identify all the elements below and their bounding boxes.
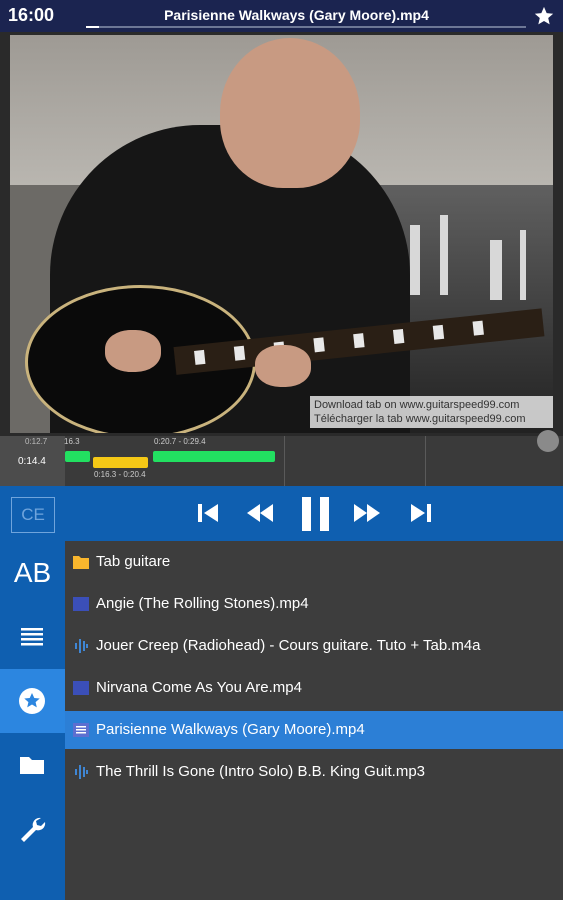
segment-3-label: 0:20.7 - 0:29.4 bbox=[154, 437, 206, 446]
ce-button[interactable]: CE bbox=[11, 497, 55, 533]
watermark-line1: Download tab on www.guitarspeed99.com bbox=[314, 399, 520, 411]
wrench-icon bbox=[21, 817, 46, 842]
loop-segment-2[interactable] bbox=[93, 457, 148, 468]
playback-progress-fill bbox=[86, 26, 100, 28]
segment-2-label: 0:16.3 - 0:20.4 bbox=[94, 470, 146, 479]
sidebar: AB bbox=[0, 541, 65, 900]
list-item[interactable]: Jouer Creep (Radiohead) - Cours guitare.… bbox=[65, 627, 563, 665]
timeline-current-time: 0:14.4 bbox=[18, 456, 46, 467]
favorites-star-icon bbox=[19, 688, 45, 714]
file-name: The Thrill Is Gone (Intro Solo) B.B. Kin… bbox=[96, 763, 426, 780]
timeline-drag-handle[interactable] bbox=[537, 430, 559, 452]
timeline-start-label: 0:12.7 bbox=[25, 437, 48, 446]
video-person-head bbox=[220, 38, 360, 188]
timeline-divider bbox=[425, 436, 426, 486]
loop-segment-1[interactable] bbox=[65, 451, 90, 462]
file-name: Nirvana Come As You Are.mp4 bbox=[96, 679, 302, 696]
audio-file-icon bbox=[75, 765, 88, 779]
timeline-divider bbox=[284, 436, 285, 486]
timeline-current-position: 0:12.7 0:14.4 bbox=[0, 436, 65, 486]
list-item[interactable]: Nirvana Come As You Are.mp4 bbox=[65, 669, 563, 707]
ab-loop-button[interactable]: AB bbox=[0, 541, 65, 605]
video-watermark: Download tab on www.guitarspeed99.com Té… bbox=[310, 396, 553, 428]
sidebar-item-favorites[interactable] bbox=[0, 669, 65, 733]
sidebar-item-list[interactable] bbox=[0, 605, 65, 669]
video-hand-left bbox=[255, 345, 311, 387]
sidebar-item-folder[interactable] bbox=[0, 733, 65, 797]
video-file-icon bbox=[73, 723, 89, 737]
title-bar: 16:00 Parisienne Walkways (Gary Moore).m… bbox=[0, 0, 563, 32]
segment-1-label: 16.3 bbox=[64, 437, 80, 446]
video-file-icon bbox=[73, 597, 89, 611]
status-clock: 16:00 bbox=[8, 5, 55, 25]
pause-icon[interactable] bbox=[300, 495, 332, 533]
list-item-selected[interactable]: Parisienne Walkways (Gary Moore).mp4 bbox=[65, 711, 563, 749]
playback-controls: CE bbox=[0, 486, 563, 541]
file-name: Angie (The Rolling Stones).mp4 bbox=[96, 595, 309, 612]
list-item[interactable]: The Thrill Is Gone (Intro Solo) B.B. Kin… bbox=[65, 753, 563, 791]
video-file-icon bbox=[73, 681, 89, 695]
list-icon bbox=[21, 628, 43, 646]
file-name: Jouer Creep (Radiohead) - Cours guitare.… bbox=[96, 637, 481, 654]
folder-icon bbox=[20, 757, 44, 774]
folder-icon bbox=[73, 556, 89, 569]
video-player[interactable]: Download tab on www.guitarspeed99.com Té… bbox=[0, 32, 563, 436]
file-list: Tab guitare Angie (The Rolling Stones).m… bbox=[65, 541, 563, 900]
playback-progress-bar[interactable] bbox=[86, 26, 526, 28]
video-hand-right bbox=[105, 330, 161, 372]
skip-next-icon[interactable] bbox=[406, 499, 436, 527]
list-item[interactable]: Angie (The Rolling Stones).mp4 bbox=[65, 585, 563, 623]
sidebar-item-settings[interactable] bbox=[0, 797, 65, 861]
loop-segment-3[interactable] bbox=[153, 451, 275, 462]
loop-timeline[interactable]: 0:12.7 0:14.4 16.3 0:16.3 - 0:20.4 0:20.… bbox=[0, 430, 563, 486]
fast-forward-icon[interactable] bbox=[352, 499, 382, 527]
video-frame[interactable]: Download tab on www.guitarspeed99.com Té… bbox=[10, 35, 553, 433]
file-name: Tab guitare bbox=[96, 553, 171, 570]
watermark-line2: Télécharger la tab www.guitarspeed99.com bbox=[314, 413, 526, 425]
skip-previous-icon[interactable] bbox=[193, 499, 223, 527]
list-item[interactable]: Tab guitare bbox=[65, 543, 563, 581]
audio-file-icon bbox=[75, 639, 88, 653]
now-playing-title: Parisienne Walkways (Gary Moore).mp4 bbox=[164, 7, 429, 23]
file-name: Parisienne Walkways (Gary Moore).mp4 bbox=[96, 721, 365, 738]
rewind-icon[interactable] bbox=[245, 499, 275, 527]
star-icon[interactable] bbox=[533, 5, 555, 27]
